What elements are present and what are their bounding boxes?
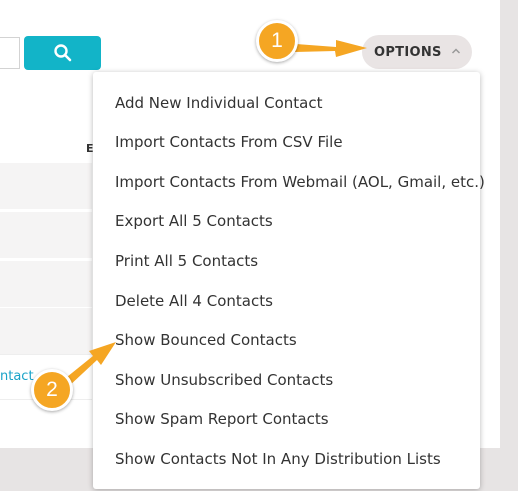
step-1-badge: 1	[256, 20, 298, 62]
annotation-arrows	[62, 40, 367, 387]
step-2-badge: 2	[31, 369, 73, 411]
arrow-to-options	[295, 40, 367, 57]
